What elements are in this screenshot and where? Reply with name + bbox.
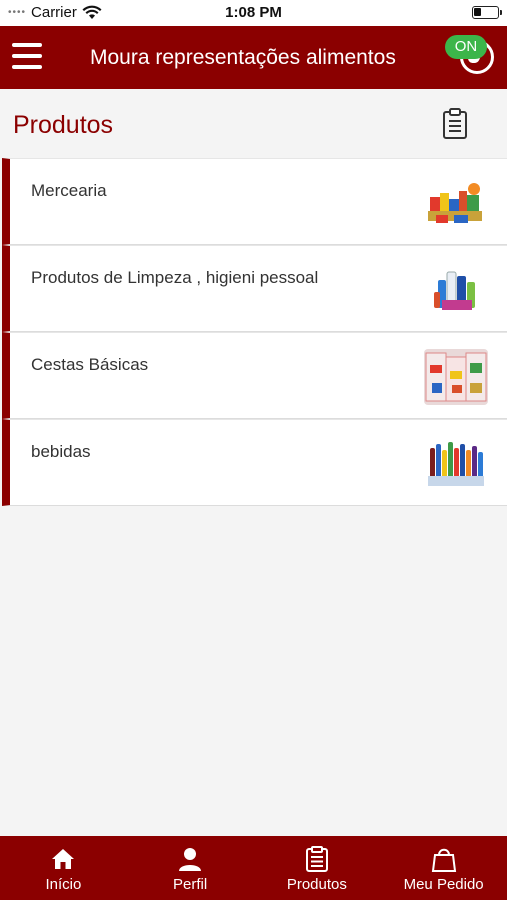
category-item-mercearia[interactable]: Mercearia	[2, 158, 507, 245]
page-title: Produtos	[13, 111, 114, 139]
tab-produtos[interactable]: Produtos	[254, 836, 381, 900]
tab-label: Início	[45, 876, 82, 893]
category-item-bebidas[interactable]: bebidas	[2, 419, 507, 506]
cleaning-products-thumbnail	[424, 262, 488, 318]
category-label: Produtos de Limpeza , higieni pessoal	[31, 268, 319, 287]
category-item-limpeza[interactable]: Produtos de Limpeza , higieni pessoal	[2, 245, 507, 332]
category-list: Mercearia Produtos de Limpeza , higieni …	[2, 158, 507, 506]
online-status-badge: ON	[445, 35, 487, 59]
groceries-thumbnail	[424, 175, 488, 231]
tab-meu-pedido[interactable]: Meu Pedido	[380, 836, 507, 900]
status-time: 1:08 PM	[225, 4, 282, 21]
status-bar: •••• Carrier 1:08 PM	[0, 0, 507, 26]
menu-button[interactable]	[12, 43, 42, 69]
battery-icon	[472, 6, 502, 19]
food-baskets-thumbnail	[424, 349, 488, 405]
tab-label: Meu Pedido	[403, 876, 484, 893]
category-label: Cestas Básicas	[31, 355, 149, 374]
bottom-tab-bar: Início Perfil Produtos Meu Pedido	[0, 836, 507, 900]
tab-label: Perfil	[173, 876, 208, 893]
shopping-bag-icon	[431, 848, 456, 872]
order-list-button[interactable]	[442, 108, 468, 140]
category-label: Mercearia	[31, 181, 107, 200]
category-label: bebidas	[31, 442, 91, 461]
tab-perfil[interactable]: Perfil	[127, 836, 254, 900]
user-icon	[179, 848, 202, 871]
tab-label: Produtos	[286, 876, 347, 893]
clipboard-icon	[443, 108, 467, 139]
home-icon	[52, 849, 75, 869]
app-header: Moura representações alimentos ON	[0, 26, 507, 89]
beverages-thumbnail	[424, 436, 488, 492]
category-item-cestas[interactable]: Cestas Básicas	[2, 332, 507, 419]
tab-inicio[interactable]: Início	[0, 836, 127, 900]
clipboard-icon	[305, 846, 328, 872]
app-title: Moura representações alimentos	[90, 46, 396, 69]
